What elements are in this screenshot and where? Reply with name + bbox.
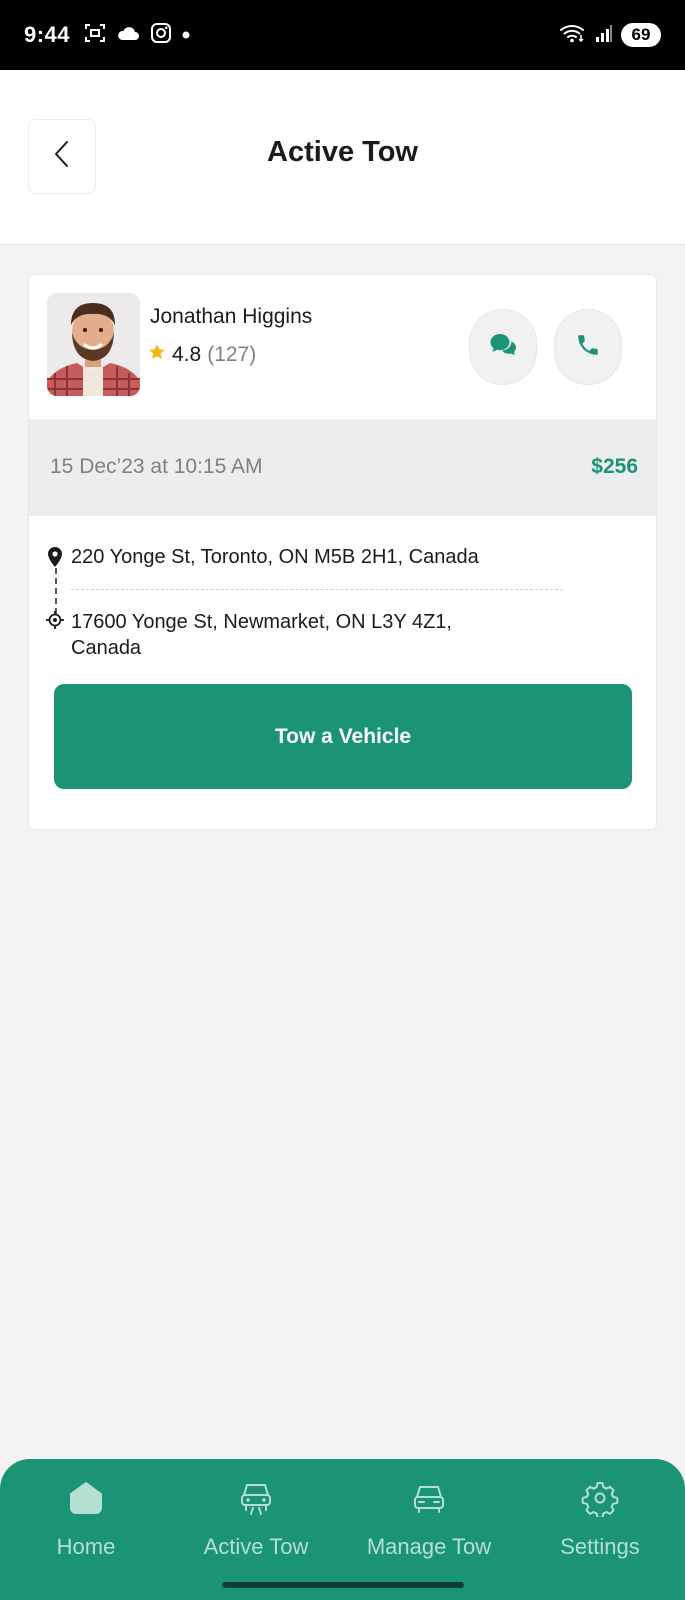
driver-rating: 4.8 (127)	[148, 343, 256, 367]
pickup-address: 220 Yonge St, Toronto, ON M5B 2H1, Canad…	[71, 546, 479, 568]
rating-count: (127)	[207, 343, 257, 366]
header-divider	[0, 244, 685, 245]
nav-item-home[interactable]: Home	[36, 1459, 136, 1579]
car-front-icon	[237, 1479, 275, 1522]
gear-icon	[581, 1479, 619, 1522]
nav-item-active-tow[interactable]: Active Tow	[186, 1459, 326, 1579]
phone-icon	[575, 332, 601, 363]
destination-target-icon	[46, 611, 64, 634]
star-icon	[148, 343, 166, 367]
chat-button[interactable]	[469, 309, 537, 385]
dropoff-address: 17600 Yonge St, Newmarket, ON L3Y 4Z1, C…	[71, 611, 452, 659]
nav-item-manage-tow[interactable]: Manage Tow	[350, 1459, 508, 1579]
trip-price: $256	[591, 455, 638, 478]
driver-name: Jonathan Higgins	[150, 305, 313, 328]
screenshot-icon	[84, 22, 106, 49]
page-title: Active Tow	[267, 136, 418, 168]
status-time: 9:44	[24, 22, 71, 47]
nav-item-settings[interactable]: Settings	[540, 1459, 660, 1579]
route-details: 220 Yonge St, Toronto, ON M5B 2H1, Canad…	[29, 516, 656, 676]
home-indicator	[222, 1582, 464, 1588]
instagram-icon	[150, 22, 172, 49]
wifi-icon	[559, 22, 587, 49]
trip-info-band: 15 Dec’23 at 10:15 AM $256	[29, 419, 656, 516]
status-icons-left	[84, 22, 190, 49]
cloud-icon	[116, 24, 140, 47]
driver-row: Jonathan Higgins 4.8 (127)	[29, 275, 656, 419]
nav-label-active-tow: Active Tow	[203, 1534, 309, 1559]
battery-indicator: 69	[621, 23, 661, 47]
signal-icon	[595, 23, 613, 48]
route-divider	[71, 589, 563, 590]
status-bar: 9:44 69	[0, 0, 685, 70]
active-tow-card: Jonathan Higgins 4.8 (127) 15 Dec’23 at …	[28, 274, 657, 830]
chat-icon	[488, 331, 518, 364]
header: Active Tow	[0, 70, 685, 244]
trip-datetime: 15 Dec’23 at 10:15 AM	[50, 455, 263, 478]
notification-dot-icon	[182, 26, 190, 44]
status-icons-right: 69	[559, 22, 661, 49]
rating-value: 4.8	[172, 343, 202, 366]
tow-vehicle-button[interactable]: Tow a Vehicle	[54, 684, 632, 789]
nav-label-manage-tow: Manage Tow	[366, 1534, 492, 1559]
nav-label-home: Home	[56, 1534, 116, 1559]
nav-label-settings: Settings	[560, 1534, 640, 1559]
route-connector	[55, 568, 57, 614]
home-icon	[67, 1479, 105, 1522]
bottom-navigation: Home Active Tow Manage Tow Settings	[0, 1459, 685, 1600]
call-button[interactable]	[554, 309, 622, 385]
car-icon	[410, 1479, 448, 1522]
avatar	[47, 293, 140, 396]
